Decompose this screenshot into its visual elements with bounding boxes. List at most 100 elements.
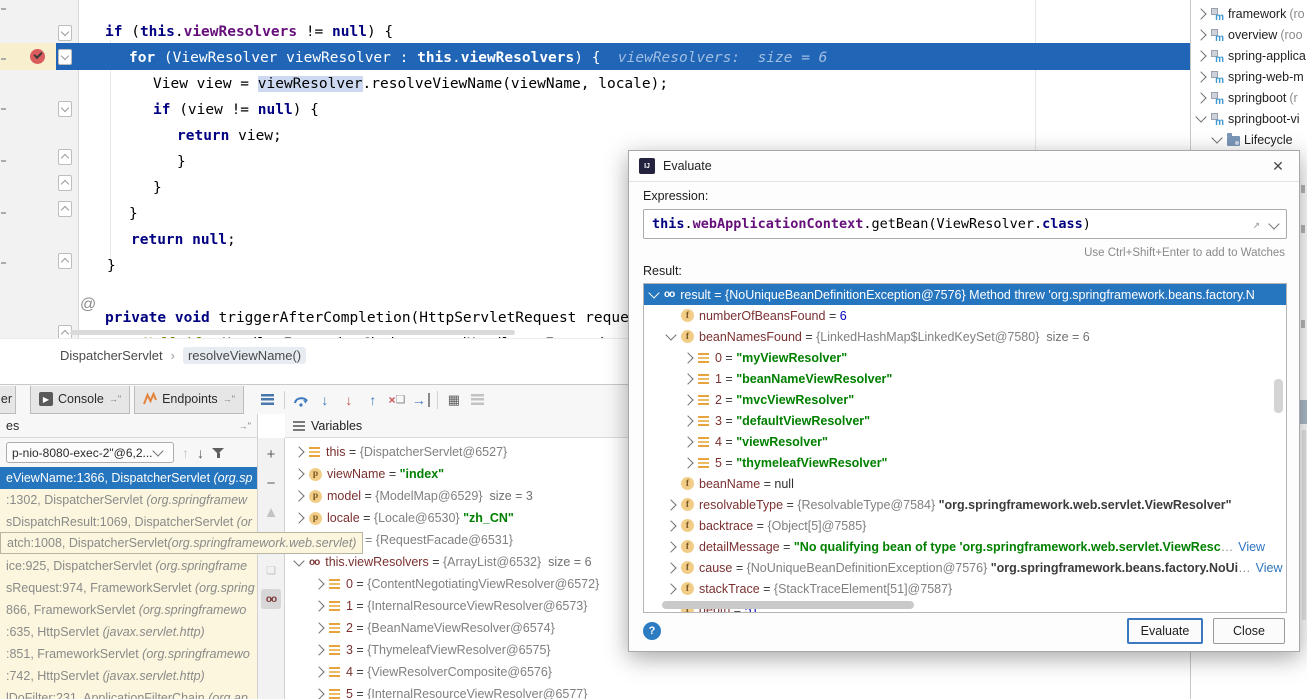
- tree-chevron-icon[interactable]: [1195, 111, 1206, 122]
- tree-chevron-icon[interactable]: [1195, 50, 1206, 61]
- tree-chevron-icon[interactable]: [313, 600, 324, 611]
- help-icon[interactable]: ?: [643, 622, 661, 640]
- thread-selector[interactable]: p-nio-8080-exec-2"@6,2...: [6, 442, 174, 463]
- tree-chevron-icon[interactable]: [313, 622, 324, 633]
- tree-chevron-icon[interactable]: [665, 499, 676, 510]
- code-line[interactable]: }: [129, 203, 138, 225]
- code-line[interactable]: }: [107, 255, 116, 277]
- tree-chevron-icon[interactable]: [313, 644, 324, 655]
- tree-chevron-icon[interactable]: [1195, 71, 1206, 82]
- view-link[interactable]: View: [1256, 561, 1283, 575]
- frame-row[interactable]: eViewName:1366, DispatcherServlet (org.s…: [0, 467, 257, 489]
- history-chevron-icon[interactable]: [1268, 218, 1279, 229]
- maven-item[interactable]: overview (roo: [1191, 24, 1307, 45]
- variable-row[interactable]: 5 = {InternalResourceViewResolver@6577}: [285, 683, 1190, 699]
- frame-row[interactable]: :1302, DispatcherServlet (org.springfram…: [0, 489, 257, 511]
- result-row[interactable]: 5 = "thymeleafViewResolver": [644, 452, 1286, 473]
- result-row[interactable]: fbacktrace = {Object[5]@7585}: [644, 515, 1286, 536]
- result-tree[interactable]: ooresult = {NoUniqueBeanDefinitionExcept…: [643, 283, 1287, 613]
- run-to-cursor-icon[interactable]: →: [409, 388, 433, 412]
- result-horizontal-scrollbar[interactable]: [662, 601, 914, 609]
- close-button[interactable]: Close: [1213, 618, 1285, 644]
- previous-frame-icon[interactable]: ↑: [182, 446, 189, 460]
- step-into-icon[interactable]: ↓: [313, 388, 337, 412]
- code-line[interactable]: }: [153, 177, 162, 199]
- tree-chevron-icon[interactable]: [293, 446, 304, 457]
- step-over-icon[interactable]: [289, 388, 313, 412]
- result-row[interactable]: fcause = {NoUniqueBeanDefinitionExceptio…: [644, 557, 1286, 578]
- tree-chevron-icon[interactable]: [682, 436, 693, 447]
- tree-chevron-icon[interactable]: [1195, 29, 1206, 40]
- maven-item[interactable]: framework (ro: [1191, 3, 1307, 24]
- drop-frame-icon[interactable]: ×❏: [385, 388, 409, 412]
- fold-marker-icon[interactable]: [58, 49, 72, 65]
- frame-row[interactable]: lDoFilter:231, ApplicationFilterChain (o…: [0, 687, 257, 699]
- tree-chevron-icon[interactable]: [1195, 92, 1206, 103]
- result-row[interactable]: fbeanName = null: [644, 473, 1286, 494]
- fold-marker-icon[interactable]: [58, 253, 72, 269]
- frame-row[interactable]: :635, HttpServlet (javax.servlet.http): [0, 621, 257, 643]
- maven-tree[interactable]: framework (rooverview (roospring-applica…: [1191, 0, 1307, 150]
- step-out-icon[interactable]: ↑: [361, 388, 385, 412]
- tree-chevron-icon[interactable]: [293, 555, 304, 566]
- tree-chevron-icon[interactable]: [1195, 8, 1206, 19]
- fold-marker-icon[interactable]: [58, 201, 72, 217]
- maven-item[interactable]: Lifecycle: [1191, 129, 1307, 150]
- tree-chevron-icon[interactable]: [313, 578, 324, 589]
- breadcrumb-class[interactable]: DispatcherServlet: [60, 348, 163, 363]
- maven-item[interactable]: spring-web-m: [1191, 66, 1307, 87]
- evaluate-expression-icon[interactable]: ▦: [442, 388, 466, 412]
- tree-chevron-icon[interactable]: [682, 415, 693, 426]
- frames-pin-icon[interactable]: →": [239, 421, 251, 431]
- tree-chevron-icon[interactable]: [1211, 132, 1222, 143]
- code-line[interactable]: if (this.viewResolvers != null) {: [105, 21, 393, 43]
- tree-chevron-icon[interactable]: [682, 394, 693, 405]
- code-line[interactable]: }: [177, 151, 186, 173]
- result-row[interactable]: 0 = "myViewResolver": [644, 347, 1286, 368]
- frame-row[interactable]: :851, FrameworkServlet (org.springframew…: [0, 643, 257, 665]
- result-row[interactable]: 1 = "beanNameViewResolver": [644, 368, 1286, 389]
- fold-marker-icon[interactable]: [58, 175, 72, 191]
- breakpoint-icon[interactable]: [30, 49, 45, 64]
- frames-list[interactable]: eViewName:1366, DispatcherServlet (org.s…: [0, 467, 257, 699]
- expression-input[interactable]: this.webApplicationContext.getBean(ViewR…: [643, 209, 1287, 239]
- result-row[interactable]: fdetailMessage = "No qualifying bean of …: [644, 536, 1286, 557]
- result-row[interactable]: 2 = "mvcViewResolver": [644, 389, 1286, 410]
- tree-chevron-icon[interactable]: [648, 287, 659, 298]
- show-watches-icon[interactable]: oo: [261, 589, 281, 609]
- tree-chevron-icon[interactable]: [293, 490, 304, 501]
- close-icon[interactable]: ✕: [1267, 158, 1289, 175]
- maven-item[interactable]: springboot-vi: [1191, 108, 1307, 129]
- code-line[interactable]: return view;: [177, 125, 282, 147]
- dialog-title-bar[interactable]: IJ Evaluate ✕: [629, 151, 1299, 182]
- tree-chevron-icon[interactable]: [313, 688, 324, 699]
- frame-row[interactable]: 866, FrameworkServlet (org.springframewo: [0, 599, 257, 621]
- evaluate-button[interactable]: Evaluate: [1127, 618, 1203, 644]
- view-link[interactable]: View: [1238, 540, 1265, 554]
- remove-watch-icon[interactable]: −: [261, 473, 281, 493]
- tree-chevron-icon[interactable]: [665, 562, 676, 573]
- tree-chevron-icon[interactable]: [293, 512, 304, 523]
- restore-layout-icon[interactable]: [466, 388, 490, 412]
- result-row[interactable]: fbeanNamesFound = {LinkedHashMap$LinkedK…: [644, 326, 1286, 347]
- code-line[interactable]: View view = viewResolver.resolveViewName…: [153, 73, 668, 95]
- maven-item[interactable]: springboot (r: [1191, 87, 1307, 108]
- result-row[interactable]: fnumberOfBeansFound = 6: [644, 305, 1286, 326]
- tree-chevron-icon[interactable]: [665, 329, 676, 340]
- tab-endpoints[interactable]: Endpoints →": [134, 386, 244, 414]
- code-line[interactable]: for (ViewResolver viewResolver : this.vi…: [129, 47, 827, 69]
- frame-row[interactable]: ice:925, DispatcherServlet (org.springfr…: [0, 555, 257, 577]
- tree-chevron-icon[interactable]: [682, 373, 693, 384]
- duplicate-watch-icon[interactable]: ❏: [261, 560, 281, 580]
- result-row[interactable]: fstackTrace = {StackTraceElement[51]@758…: [644, 578, 1286, 599]
- maven-item[interactable]: spring-applica: [1191, 45, 1307, 66]
- tree-chevron-icon[interactable]: [293, 468, 304, 479]
- variable-row[interactable]: 4 = {ViewResolverComposite@6576}: [285, 661, 1190, 683]
- tab-debugger[interactable]: er: [0, 386, 16, 414]
- layout-settings-icon[interactable]: [256, 388, 280, 412]
- code-line[interactable]: if (view != null) {: [153, 99, 319, 121]
- result-row[interactable]: 4 = "viewResolver": [644, 431, 1286, 452]
- frame-row[interactable]: sDispatchResult:1069, DispatcherServlet …: [0, 511, 257, 533]
- tree-chevron-icon[interactable]: [665, 541, 676, 552]
- tree-chevron-icon[interactable]: [313, 666, 324, 677]
